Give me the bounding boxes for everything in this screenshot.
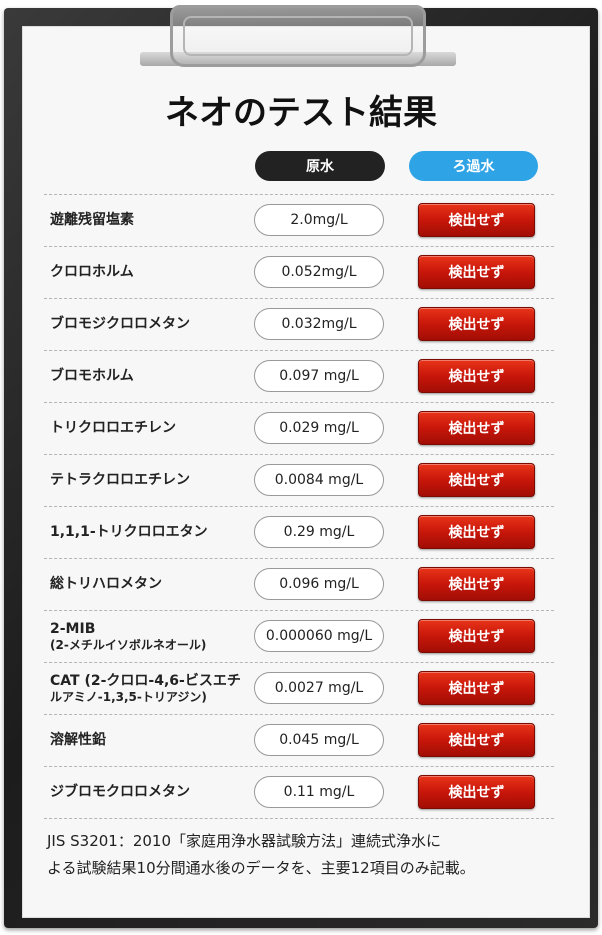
- raw-water-value: 0.032mg/L: [254, 308, 384, 340]
- substance-name: CAT (2-クロロ-4,6-ビスエチ ルアミノ-1,3,5-トリアジン): [50, 663, 255, 714]
- table-row: トリクロロエチレン 0.029 mg/L 検出せず: [44, 403, 554, 455]
- table-row: ジブロモクロロメタン 0.11 mg/L 検出せず: [44, 767, 554, 819]
- filtered-water-result-badge: 検出せず: [418, 411, 535, 445]
- table-row: テトラクロロエチレン 0.0084 mg/L 検出せず: [44, 455, 554, 507]
- table-row: 総トリハロメタン 0.096 mg/L 検出せず: [44, 559, 554, 611]
- substance-sublabel: ルアミノ-1,3,5-トリアジン): [50, 689, 207, 704]
- substance-name: ジブロモクロロメタン: [50, 767, 255, 818]
- raw-water-value: 0.045 mg/L: [254, 724, 384, 756]
- column-header-filtered-water: ろ過水: [409, 151, 538, 181]
- table-row: 溶解性鉛 0.045 mg/L 検出せず: [44, 715, 554, 767]
- table-row: 1,1,1-トリクロロエタン 0.29 mg/L 検出せず: [44, 507, 554, 559]
- footnote-line-2: よる試験結果10分間通水後のデータを、主要12項目のみ記載。: [47, 859, 475, 877]
- results-table: 遊離残留塩素 2.0mg/L 検出せず クロロホルム 0.052mg/L 検出せ…: [44, 194, 554, 819]
- table-row: 遊離残留塩素 2.0mg/L 検出せず: [44, 195, 554, 247]
- substance-name: ブロモホルム: [50, 351, 255, 402]
- filtered-water-result-badge: 検出せず: [418, 671, 535, 705]
- page-title: ネオのテスト結果: [165, 93, 437, 133]
- raw-water-value: 0.052mg/L: [254, 256, 384, 288]
- table-row: CAT (2-クロロ-4,6-ビスエチ ルアミノ-1,3,5-トリアジン) 0.0…: [44, 663, 554, 715]
- raw-water-value: 0.097 mg/L: [254, 360, 384, 392]
- filtered-water-result-badge: 検出せず: [418, 307, 535, 341]
- filtered-water-result-badge: 検出せず: [418, 463, 535, 497]
- table-row: ブロモジクロロメタン 0.032mg/L 検出せず: [44, 299, 554, 351]
- filtered-water-result-badge: 検出せず: [418, 619, 535, 653]
- clip-inner: [183, 16, 413, 56]
- substance-name: 遊離残留塩素: [50, 195, 255, 246]
- substance-label: ブロモホルム: [50, 368, 134, 384]
- substance-label: 総トリハロメタン: [50, 576, 162, 592]
- footnote: JIS S3201：2010「家庭用浄水器試験方法」連続式浄水に よる試験結果1…: [47, 828, 557, 882]
- raw-water-value: 0.000060 mg/L: [254, 620, 384, 652]
- column-header-raw-water: 原水: [255, 151, 385, 181]
- raw-water-value: 0.096 mg/L: [254, 568, 384, 600]
- table-row: 2-MIB (2-メチルイソボルネオール) 0.000060 mg/L 検出せず: [44, 611, 554, 663]
- substance-name: 溶解性鉛: [50, 715, 255, 766]
- substance-label: CAT (2-クロロ-4,6-ビスエチ: [50, 672, 241, 689]
- raw-water-value: 2.0mg/L: [254, 204, 384, 236]
- filtered-water-result-badge: 検出せず: [418, 515, 535, 549]
- table-row: クロロホルム 0.052mg/L 検出せず: [44, 247, 554, 299]
- substance-name: 総トリハロメタン: [50, 559, 255, 610]
- substance-name: クロロホルム: [50, 247, 255, 298]
- clipboard-clip-icon: [170, 5, 426, 67]
- substance-label: テトラクロロエチレン: [50, 472, 190, 488]
- substance-label: ブロモジクロロメタン: [50, 316, 190, 332]
- filtered-water-result-badge: 検出せず: [418, 255, 535, 289]
- filtered-water-result-badge: 検出せず: [418, 567, 535, 601]
- substance-name: トリクロロエチレン: [50, 403, 255, 454]
- substance-label: ジブロモクロロメタン: [50, 784, 190, 800]
- substance-name: 1,1,1-トリクロロエタン: [50, 507, 255, 558]
- raw-water-value: 0.0027 mg/L: [254, 672, 384, 704]
- substance-label: 溶解性鉛: [50, 732, 106, 748]
- substance-label: 遊離残留塩素: [50, 212, 134, 228]
- footnote-line-1: JIS S3201：2010「家庭用浄水器試験方法」連続式浄水に: [47, 832, 442, 850]
- substance-label: クロロホルム: [50, 264, 134, 280]
- raw-water-value: 0.029 mg/L: [254, 412, 384, 444]
- filtered-water-result-badge: 検出せず: [418, 775, 535, 809]
- filtered-water-result-badge: 検出せず: [418, 203, 535, 237]
- substance-label: 1,1,1-トリクロロエタン: [50, 524, 208, 540]
- filtered-water-result-badge: 検出せず: [418, 723, 535, 757]
- raw-water-value: 0.11 mg/L: [254, 776, 384, 808]
- raw-water-value: 0.29 mg/L: [254, 516, 384, 548]
- substance-sublabel: (2-メチルイソボルネオール): [50, 637, 207, 652]
- substance-name: テトラクロロエチレン: [50, 455, 255, 506]
- filtered-water-result-badge: 検出せず: [418, 359, 535, 393]
- substance-name: 2-MIB (2-メチルイソボルネオール): [50, 611, 255, 662]
- substance-label: トリクロロエチレン: [50, 420, 176, 436]
- substance-label: 2-MIB: [50, 620, 96, 637]
- table-row: ブロモホルム 0.097 mg/L 検出せず: [44, 351, 554, 403]
- raw-water-value: 0.0084 mg/L: [254, 464, 384, 496]
- substance-name: ブロモジクロロメタン: [50, 299, 255, 350]
